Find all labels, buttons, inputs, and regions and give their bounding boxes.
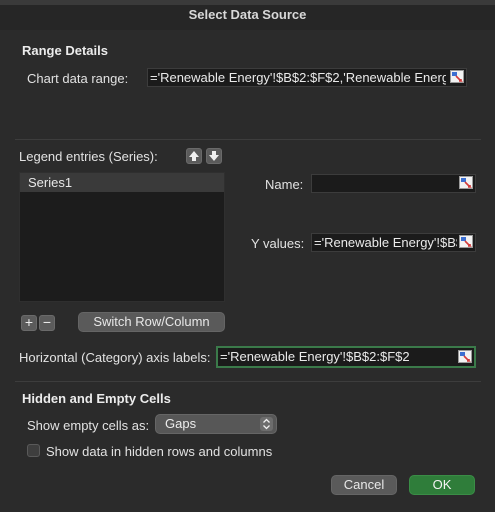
section-divider: [15, 381, 481, 382]
series-name-field[interactable]: [311, 174, 476, 193]
legend-entries-label: Legend entries (Series):: [19, 149, 158, 164]
arrow-up-icon: [189, 151, 199, 161]
hidden-empty-heading: Hidden and Empty Cells: [22, 391, 171, 406]
remove-series-button[interactable]: −: [39, 315, 55, 331]
section-divider: [15, 139, 481, 140]
move-series-up-button[interactable]: [186, 148, 202, 164]
axis-labels-label: Horizontal (Category) axis labels:: [19, 350, 211, 365]
chevron-updown-icon: [260, 417, 273, 431]
range-picker-icon[interactable]: [458, 350, 472, 363]
chart-data-range-value: ='Renewable Energy'!$B$2:$F$2,'Renewable…: [150, 70, 446, 85]
show-hidden-data-checkbox[interactable]: [27, 444, 40, 457]
arrow-down-icon: [209, 151, 219, 161]
name-label: Name:: [265, 177, 304, 192]
show-empty-cells-label: Show empty cells as:: [27, 418, 150, 433]
ok-button[interactable]: OK: [409, 475, 475, 495]
window-title: Select Data Source: [188, 7, 307, 22]
cancel-button[interactable]: Cancel: [331, 475, 397, 495]
chart-data-range-field[interactable]: ='Renewable Energy'!$B$2:$F$2,'Renewable…: [147, 68, 467, 87]
y-values-label: Y values:: [251, 236, 305, 251]
series-list[interactable]: Series1: [19, 172, 225, 302]
range-picker-icon[interactable]: [459, 176, 473, 189]
show-empty-cells-select[interactable]: Gaps: [155, 414, 277, 434]
add-series-button[interactable]: +: [21, 315, 37, 331]
move-series-down-button[interactable]: [206, 148, 222, 164]
switch-row-column-button[interactable]: Switch Row/Column: [78, 312, 225, 332]
chart-data-range-label: Chart data range:: [27, 71, 129, 86]
series-list-item[interactable]: Series1: [20, 173, 224, 192]
show-empty-cells-value: Gaps: [165, 416, 197, 431]
axis-labels-value: ='Renewable Energy'!$B$2:$F$2: [220, 349, 410, 364]
range-picker-icon[interactable]: [459, 235, 473, 248]
y-values-value: ='Renewable Energy'!$B$3:$F$3: [314, 235, 457, 250]
range-picker-icon[interactable]: [450, 70, 464, 83]
axis-labels-field[interactable]: ='Renewable Energy'!$B$2:$F$2: [216, 346, 476, 368]
range-details-heading: Range Details: [22, 43, 108, 58]
y-values-field[interactable]: ='Renewable Energy'!$B$3:$F$3: [311, 233, 476, 252]
show-hidden-data-label: Show data in hidden rows and columns: [46, 444, 273, 459]
